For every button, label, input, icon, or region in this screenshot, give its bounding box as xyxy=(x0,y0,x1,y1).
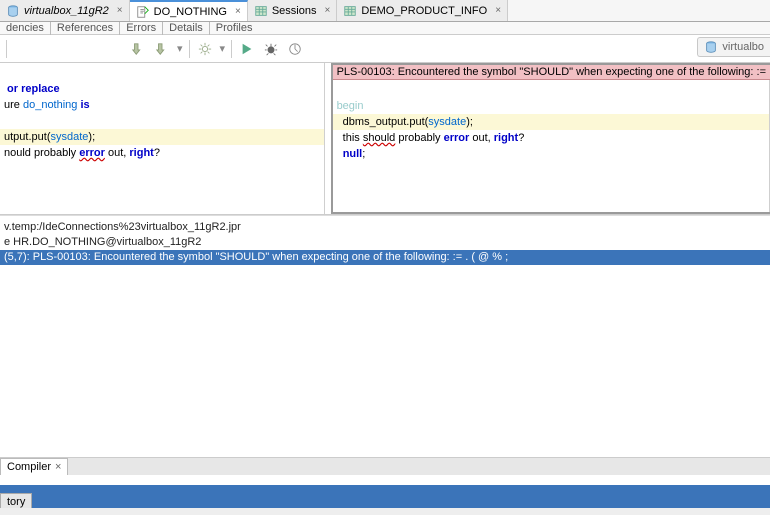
separator xyxy=(231,40,232,58)
tab-label: tory xyxy=(7,496,25,508)
code-text: ure xyxy=(4,99,23,111)
table-icon xyxy=(254,4,268,18)
code-text: out, xyxy=(105,147,129,159)
code-text: right xyxy=(494,132,518,144)
detail-subtabs: dencies References Errors Details Profil… xyxy=(0,22,770,35)
code-text: ); xyxy=(466,116,473,128)
code-text: ? xyxy=(518,132,524,144)
db-connection-label: virtualbo xyxy=(722,41,764,53)
code-text: ; xyxy=(362,148,365,160)
subtab-references[interactable]: References xyxy=(50,22,119,35)
code-text: dbms_output.put( xyxy=(337,116,429,128)
tab-label: virtualbox_11gR2 xyxy=(24,5,109,17)
close-icon[interactable]: × xyxy=(235,6,241,17)
run-icon[interactable] xyxy=(238,40,256,58)
code-text: sysdate xyxy=(428,116,466,128)
tab-compiler[interactable]: Compiler × xyxy=(0,458,68,475)
message-line-error[interactable]: (5,7): PLS-00103: Encountered the symbol… xyxy=(0,250,770,265)
gear-icon[interactable] xyxy=(196,40,214,58)
history-strip xyxy=(0,508,770,515)
code-text: error xyxy=(79,147,105,159)
code-text: error xyxy=(444,132,470,144)
proc-icon xyxy=(136,5,150,19)
subtab-dependencies[interactable]: dencies xyxy=(0,22,50,35)
close-icon[interactable]: × xyxy=(324,5,330,16)
db-icon xyxy=(704,40,718,54)
tab-label: DEMO_PRODUCT_INFO xyxy=(361,5,487,17)
compile-down-alt-icon[interactable] xyxy=(153,40,171,58)
message-line[interactable]: e HR.DO_NOTHING@virtualbox_11gR2 xyxy=(0,235,770,250)
tab-demo-product[interactable]: DEMO_PRODUCT_INFO × xyxy=(337,0,508,21)
messages-panel: v.temp:/IdeConnections%23virtualbox_11gR… xyxy=(0,215,770,265)
code-text: should xyxy=(363,132,395,144)
file-tabs: virtualbox_11gR2 × DO_NOTHING × Sessions… xyxy=(0,0,770,22)
code-text: null xyxy=(343,148,363,160)
tab-label: Sessions xyxy=(272,5,317,17)
code-editor-right[interactable]: PLS-00103: Encountered the symbol "SHOUL… xyxy=(331,63,770,214)
subtab-errors[interactable]: Errors xyxy=(119,22,162,35)
code-text: nould probably xyxy=(4,147,79,159)
code-text: sysdate xyxy=(50,131,88,143)
debug-icon[interactable] xyxy=(262,40,280,58)
code-text: ); xyxy=(88,131,95,143)
close-icon[interactable]: × xyxy=(55,461,61,473)
error-banner: PLS-00103: Encountered the symbol "SHOUL… xyxy=(333,65,770,80)
code-text: is xyxy=(77,99,89,111)
separator xyxy=(189,40,190,58)
tab-virtualbox[interactable]: virtualbox_11gR2 × xyxy=(0,0,130,21)
compiler-body xyxy=(0,475,770,485)
message-line[interactable]: v.temp:/IdeConnections%23virtualbox_11gR… xyxy=(0,220,770,235)
compile-down-icon[interactable] xyxy=(129,40,147,58)
code-text: or replace xyxy=(4,83,60,95)
tab-label: Compiler xyxy=(7,461,51,473)
close-icon[interactable]: × xyxy=(495,5,501,16)
code-text: utput.put( xyxy=(4,131,50,143)
tab-do-nothing[interactable]: DO_NOTHING × xyxy=(130,0,248,21)
db-icon xyxy=(6,4,20,18)
table-icon xyxy=(343,4,357,18)
code-text: begin xyxy=(337,100,364,112)
separator xyxy=(6,40,7,58)
code-text: this xyxy=(337,132,363,144)
code-text: ? xyxy=(154,147,160,159)
tab-sessions[interactable]: Sessions × xyxy=(248,0,337,21)
code-text: probably xyxy=(395,132,443,144)
editor-split: or replace ure do_nothing is utput.put(s… xyxy=(0,63,770,215)
code-text: right xyxy=(129,147,153,159)
close-icon[interactable]: × xyxy=(117,5,123,16)
subtab-profiles[interactable]: Profiles xyxy=(209,22,259,35)
bottom-tabs: Compiler × xyxy=(0,457,770,475)
subtab-details[interactable]: Details xyxy=(162,22,209,35)
code-text: do_nothing xyxy=(23,99,77,111)
profile-icon[interactable] xyxy=(286,40,304,58)
tab-label: DO_NOTHING xyxy=(154,6,227,18)
editor-toolbar: ▾ ▾ virtualbo xyxy=(0,35,770,63)
db-connection-indicator[interactable]: virtualbo xyxy=(697,37,770,57)
history-tabs: tory xyxy=(0,485,770,510)
code-editor-left[interactable]: or replace ure do_nothing is utput.put(s… xyxy=(0,63,325,214)
code-text: out, xyxy=(469,132,493,144)
